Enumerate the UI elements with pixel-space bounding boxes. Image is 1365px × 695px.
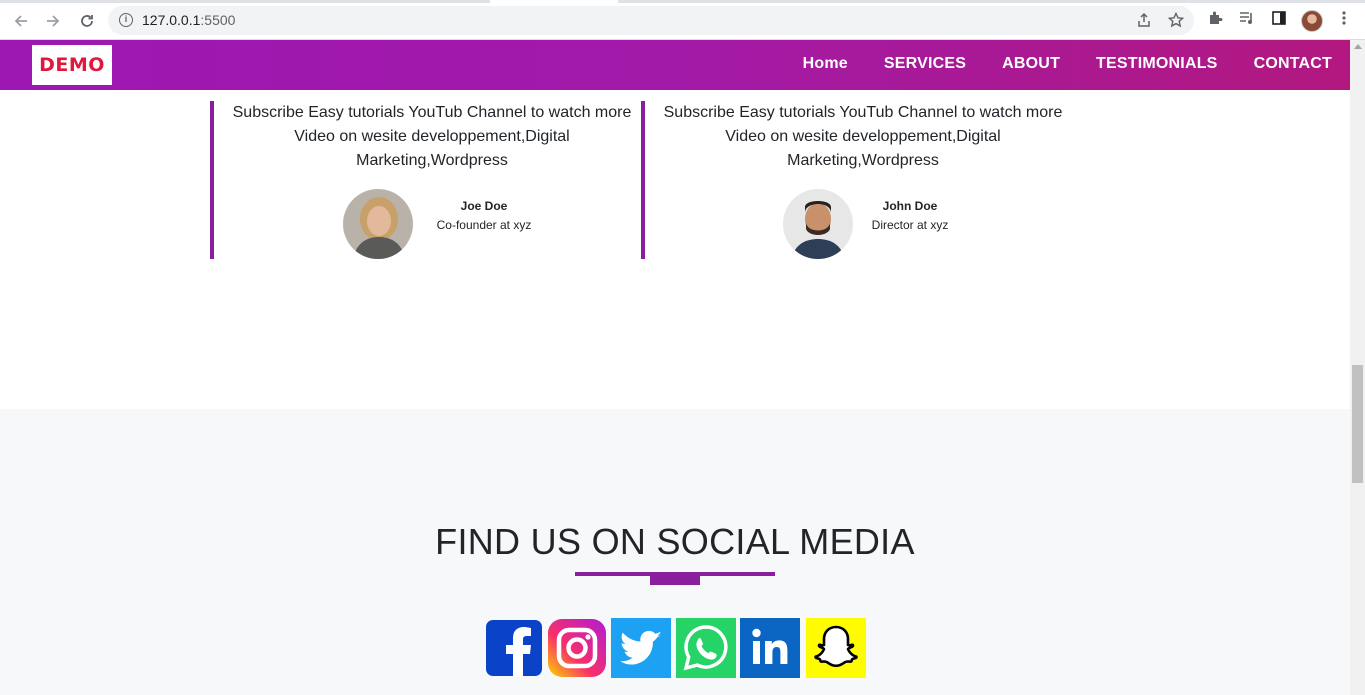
testimonial-card: Subscribe Easy tutorials YouTub Channel … bbox=[641, 101, 1071, 259]
nav-link-services[interactable]: SERVICES bbox=[884, 55, 966, 73]
url-text[interactable]: 127.0.0.1:5500 bbox=[142, 12, 235, 28]
instagram-icon[interactable] bbox=[547, 618, 607, 678]
avatar bbox=[343, 189, 413, 259]
snapchat-icon[interactable] bbox=[806, 618, 866, 678]
media-queue-icon[interactable] bbox=[1237, 10, 1257, 30]
whatsapp-icon[interactable] bbox=[676, 618, 736, 678]
active-tab-edge bbox=[490, 0, 618, 3]
side-panel-icon[interactable] bbox=[1269, 10, 1289, 30]
testimonial-role: Director at xyz bbox=[871, 218, 949, 232]
twitter-icon[interactable] bbox=[611, 618, 671, 678]
share-icon[interactable] bbox=[1135, 12, 1153, 30]
page-viewport: DEMO Home SERVICES ABOUT TESTIMONIALS CO… bbox=[0, 40, 1350, 695]
site-info-icon[interactable]: i bbox=[119, 13, 133, 27]
url-host: 127.0.0.1 bbox=[142, 12, 201, 28]
facebook-icon[interactable] bbox=[484, 618, 544, 678]
site-navbar: DEMO Home SERVICES ABOUT TESTIMONIALS CO… bbox=[0, 40, 1350, 90]
heading-underline-accent bbox=[650, 576, 700, 585]
scrollbar-thumb[interactable] bbox=[1352, 365, 1363, 483]
testimonial-quote: Subscribe Easy tutorials YouTub Channel … bbox=[663, 104, 1063, 169]
forward-arrow-icon[interactable] bbox=[42, 10, 64, 32]
logo-text: DEMO bbox=[39, 54, 105, 76]
testimonial-quote: Subscribe Easy tutorials YouTub Channel … bbox=[232, 104, 632, 169]
scroll-up-arrow-icon[interactable] bbox=[1354, 44, 1362, 49]
profile-avatar-icon[interactable] bbox=[1301, 10, 1323, 32]
bookmark-star-icon[interactable] bbox=[1167, 11, 1185, 30]
section-heading: FIND US ON SOCIAL MEDIA bbox=[435, 521, 915, 562]
social-section: FIND US ON SOCIAL MEDIA bbox=[0, 409, 1350, 695]
page-scrollbar[interactable] bbox=[1350, 40, 1365, 695]
testimonial-card: Subscribe Easy tutorials YouTub Channel … bbox=[210, 101, 640, 259]
nav-menu: Home SERVICES ABOUT TESTIMONIALS CONTACT bbox=[767, 55, 1332, 73]
nav-link-home[interactable]: Home bbox=[803, 55, 848, 73]
nav-link-testimonials[interactable]: TESTIMONIALS bbox=[1096, 55, 1218, 73]
testimonial-role: Co-founder at xyz bbox=[436, 218, 532, 232]
browser-toolbar: i 127.0.0.1:5500 bbox=[0, 0, 1365, 40]
back-arrow-icon[interactable] bbox=[10, 10, 32, 32]
linkedin-icon[interactable] bbox=[740, 618, 800, 678]
address-bar[interactable]: i 127.0.0.1:5500 bbox=[108, 6, 1194, 35]
nav-link-contact[interactable]: CONTACT bbox=[1254, 55, 1332, 73]
nav-link-about[interactable]: ABOUT bbox=[1002, 55, 1060, 73]
browser-menu-icon[interactable] bbox=[1334, 10, 1354, 30]
reload-icon[interactable] bbox=[76, 10, 98, 32]
testimonial-name: John Doe bbox=[882, 199, 938, 213]
site-logo[interactable]: DEMO bbox=[32, 45, 112, 85]
extensions-puzzle-icon[interactable] bbox=[1206, 10, 1226, 30]
testimonial-name: Joe Doe bbox=[460, 199, 508, 213]
url-port: :5500 bbox=[200, 12, 236, 28]
